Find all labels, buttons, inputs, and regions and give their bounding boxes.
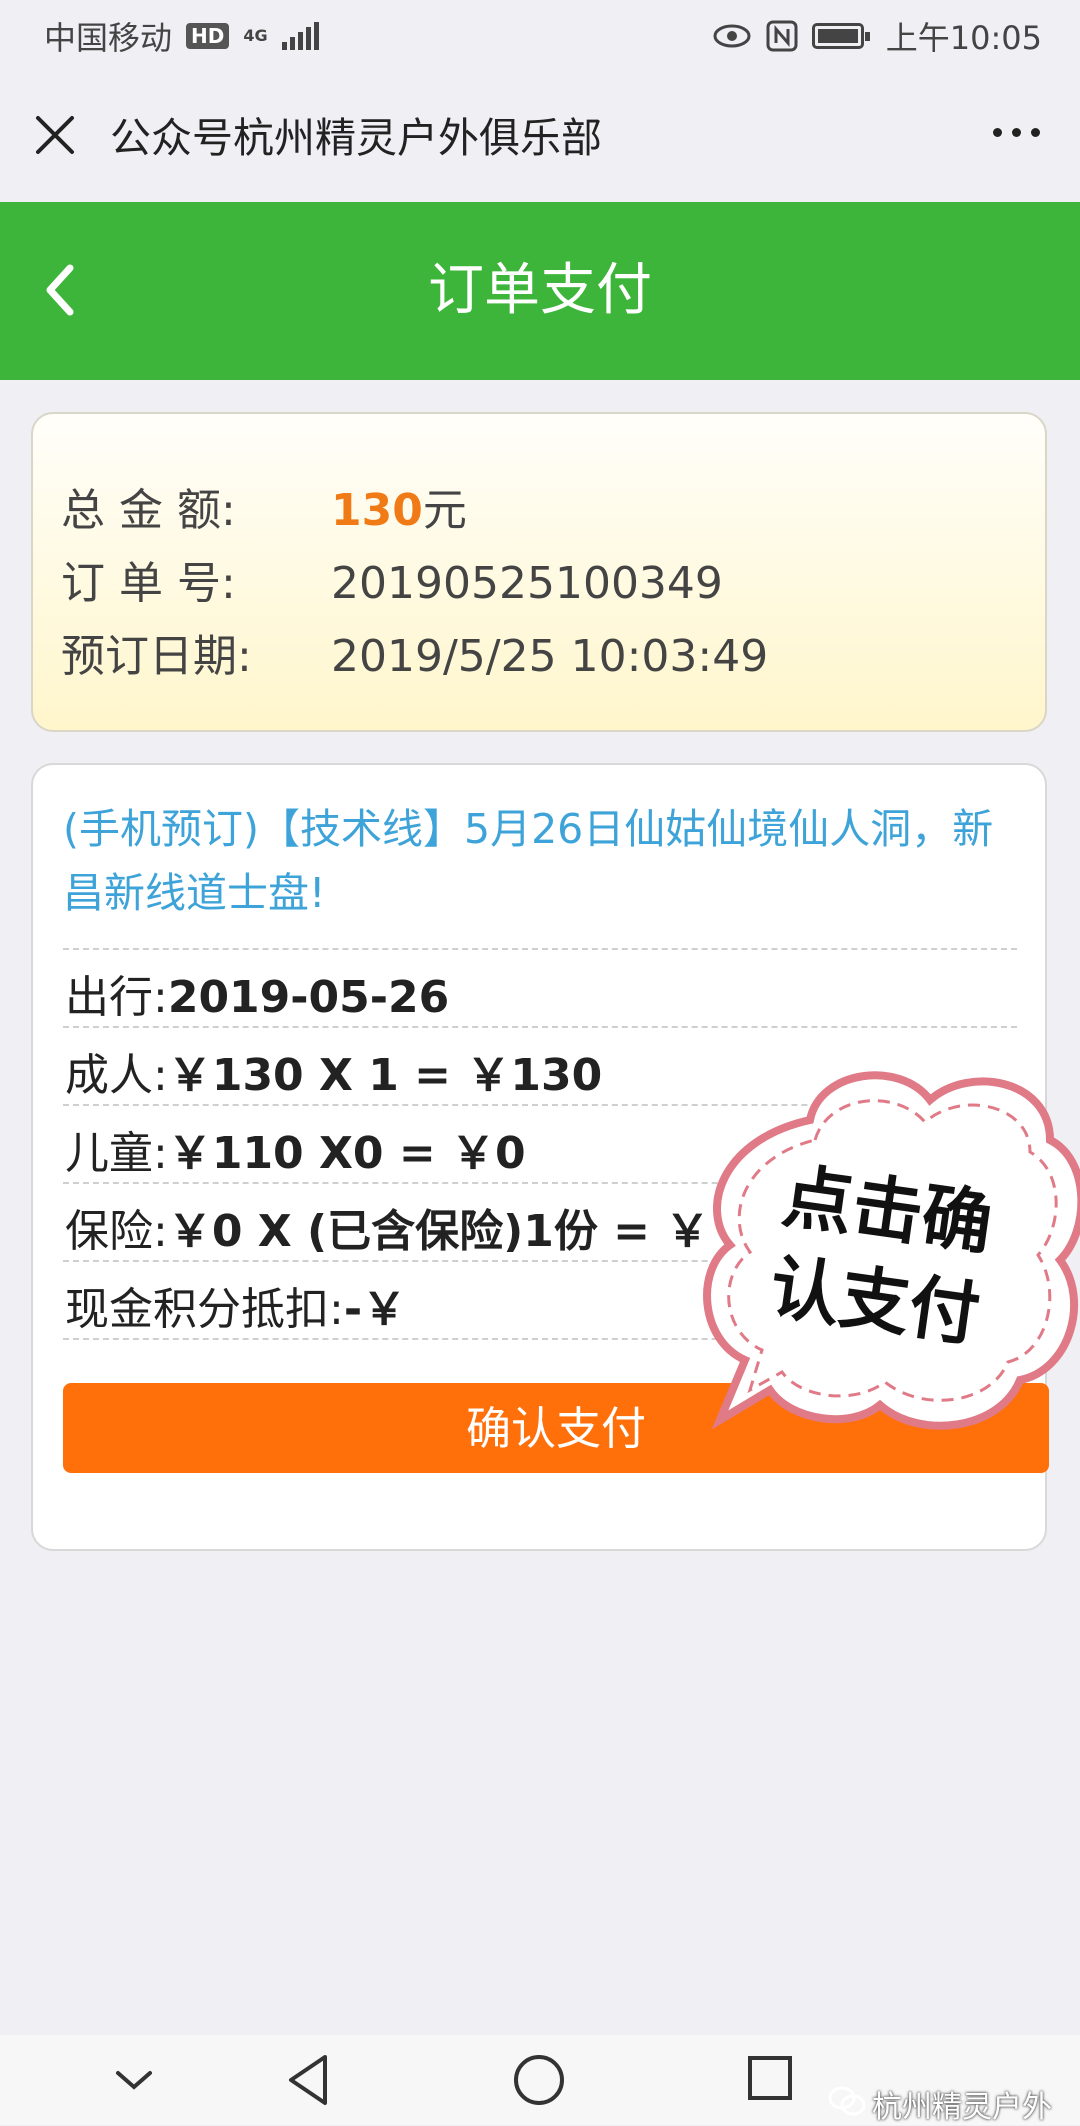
status-left: 中国移动 HD 4G	[44, 13, 319, 59]
cash-points-value: -￥	[343, 1284, 407, 1335]
wechat-header: 公众号杭州精灵户外俱乐部	[0, 72, 1080, 202]
depart-value: 2019-05-26	[167, 972, 450, 1023]
divider	[63, 1026, 1017, 1028]
recents-square-icon[interactable]	[745, 2053, 795, 2103]
hd-badge: HD	[186, 23, 230, 49]
adult-value: ￥130 X 1 = ￥130	[167, 1050, 603, 1101]
total-amount-value: 130	[331, 485, 423, 536]
official-account-title: 公众号杭州精灵户外俱乐部	[110, 114, 602, 162]
order-date-value: 2019/5/25 10:03:49	[331, 631, 769, 682]
insurance-label: 保险:	[65, 1206, 168, 1257]
child-value: ￥110 X0 = ￥0	[167, 1128, 526, 1179]
total-amount-label: 总 金 额:	[61, 485, 236, 536]
carrier-name: 中国移动	[44, 19, 173, 57]
signal-icon	[281, 22, 319, 50]
cash-points-row: 现金积分抵扣:-￥	[65, 1273, 406, 1337]
watermark-text: 杭州精灵户外	[872, 2090, 1052, 2125]
network-type: 4G	[243, 26, 268, 45]
status-right: 上午10:05	[712, 13, 1042, 59]
adult-row: 成人:￥130 X 1 = ￥130	[65, 1039, 602, 1103]
wechat-logo-icon	[828, 2086, 866, 2116]
clock: 上午10:05	[885, 19, 1042, 57]
page-title: 订单支付	[428, 258, 652, 323]
back-triangle-icon[interactable]	[285, 2053, 333, 2107]
order-number-label: 订 单 号:	[61, 558, 236, 609]
insurance-row: 保险:￥0 X (已含保险)1份 = ￥	[65, 1195, 709, 1259]
insurance-value: ￥0 X (已含保险)1份 = ￥	[167, 1206, 710, 1257]
order-summary-card: 总 金 额: 130元 订 单 号: 20190525100349 预订日期: 201…	[31, 412, 1047, 732]
home-circle-icon[interactable]	[512, 2053, 566, 2107]
page-header: 订单支付	[0, 202, 1080, 380]
order-number-row: 订 单 号: 20190525100349	[61, 547, 723, 611]
adult-label: 成人:	[65, 1050, 168, 1101]
trip-title[interactable]: (手机预订)【技术线】5月26日仙姑仙境仙人洞，新昌新线道士盘!	[63, 797, 1003, 925]
depart-label: 出行:	[65, 972, 168, 1023]
battery-icon	[811, 23, 870, 49]
total-amount-row: 总 金 额: 130元	[61, 474, 467, 538]
chevron-down-icon[interactable]	[112, 2065, 156, 2095]
nfc-icon	[766, 20, 798, 52]
child-row: 儿童:￥110 X0 = ￥0	[65, 1117, 526, 1181]
order-number-value: 20190525100349	[331, 558, 723, 609]
status-bar: 中国移动 HD 4G 上午10:05	[0, 0, 1080, 72]
cash-points-label: 现金积分抵扣:	[65, 1284, 344, 1335]
order-date-label: 预订日期:	[61, 631, 252, 682]
depart-row: 出行:2019-05-26	[65, 961, 449, 1025]
eye-icon	[713, 24, 751, 48]
child-label: 儿童:	[65, 1128, 168, 1179]
more-icon[interactable]	[993, 128, 1040, 137]
total-amount-unit: 元	[422, 485, 467, 536]
order-date-row: 预订日期: 2019/5/25 10:03:49	[61, 620, 768, 684]
divider	[63, 948, 1017, 950]
close-icon[interactable]	[30, 110, 80, 160]
